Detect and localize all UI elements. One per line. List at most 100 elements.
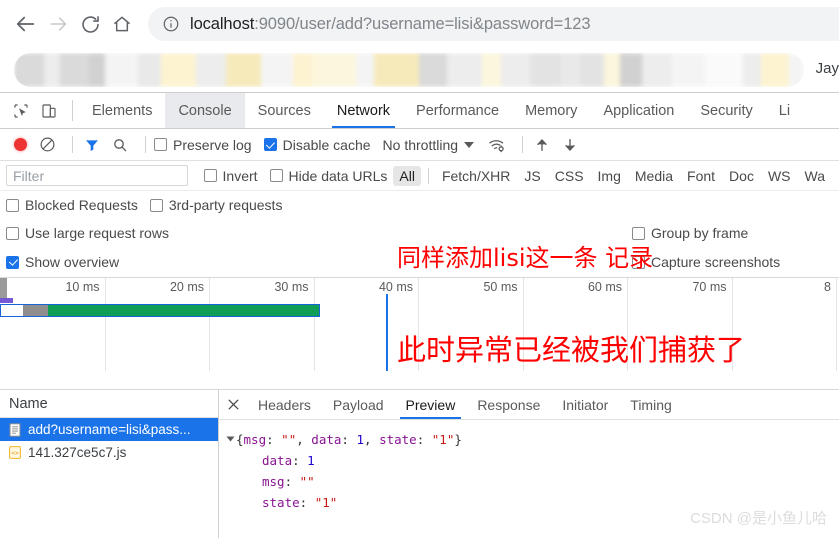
expand-triangle-icon[interactable] [226, 436, 235, 442]
mosaic-cell [620, 53, 642, 87]
json-key: data [262, 453, 293, 468]
json-entry: msg: "" [228, 471, 839, 492]
search-button[interactable] [109, 134, 131, 156]
address-bar[interactable]: localhost:9090/user/add?username=lisi&pa… [148, 7, 839, 41]
reload-button[interactable] [74, 8, 106, 40]
type-filter-img[interactable]: Img [592, 166, 627, 186]
type-filter-media[interactable]: Media [629, 166, 679, 186]
disable-cache-option[interactable]: Disable cache [263, 137, 371, 153]
capture-screenshots-checkbox[interactable] [632, 255, 645, 269]
mosaic-cell [560, 53, 580, 87]
throttling-value[interactable]: No throttling [383, 137, 458, 153]
network-overview-timeline[interactable]: 10 ms 20 ms 30 ms 40 ms 50 ms 60 ms 70 ms 8 [0, 277, 839, 371]
show-overview-checkbox[interactable] [6, 255, 19, 269]
type-filter-all[interactable]: All [393, 165, 421, 186]
record-button[interactable] [14, 138, 27, 151]
mosaic-cell [293, 53, 313, 87]
request-list-header[interactable]: Name [0, 390, 218, 418]
type-filter-ws[interactable]: WS [762, 166, 797, 186]
devtools-tab-li[interactable]: Li [766, 93, 803, 128]
json-value: "" [299, 474, 315, 489]
detail-tab-timing[interactable]: Timing [619, 390, 683, 419]
clear-button[interactable] [36, 134, 58, 156]
back-button[interactable] [10, 8, 42, 40]
export-har-button[interactable] [559, 134, 581, 156]
disable-cache-checkbox[interactable] [263, 138, 277, 151]
devtools-tab-elements[interactable]: Elements [79, 93, 165, 128]
json-colon: : [299, 495, 315, 510]
json-colon: : [284, 474, 300, 489]
invert-checkbox[interactable] [203, 169, 217, 182]
devtools-tab-performance[interactable]: Performance [403, 93, 512, 128]
large-rows-checkbox[interactable] [6, 226, 19, 240]
type-filter-wa[interactable]: Wa [799, 166, 831, 186]
wifi-gear-icon [489, 139, 504, 152]
detail-tab-payload[interactable]: Payload [322, 390, 395, 419]
profile-name-label: Jay [813, 60, 839, 77]
devtools-tab-memory[interactable]: Memory [512, 93, 590, 128]
invert-option[interactable]: Invert [203, 168, 258, 184]
preserve-log-checkbox[interactable] [154, 138, 167, 151]
download-arrow-icon [565, 138, 575, 151]
network-conditions-button[interactable] [486, 134, 508, 156]
mosaic-cell [356, 53, 375, 87]
arrow-right-icon [50, 17, 67, 31]
detail-tab-initiator[interactable]: Initiator [551, 390, 619, 419]
request-row[interactable]: add?username=lisi&pass... [0, 418, 218, 441]
json-key: state [262, 495, 300, 510]
close-detail-button[interactable] [219, 390, 247, 419]
type-filter-css[interactable]: CSS [549, 166, 590, 186]
devtools-tab-sources[interactable]: Sources [245, 93, 324, 128]
hide-data-urls-label: Hide data URLs [288, 167, 388, 184]
chevron-down-icon[interactable] [464, 141, 475, 148]
devtools-tab-network[interactable]: Network [324, 93, 403, 128]
group-by-frame-option[interactable]: Group by frame [632, 225, 748, 241]
devtools-tab-label: Elements [92, 102, 153, 119]
type-filter-fetch-xhr[interactable]: Fetch/XHR [436, 166, 516, 186]
network-filter-options-row: Blocked Requests 3rd-party requests [0, 191, 839, 219]
type-filter-js[interactable]: JS [518, 166, 546, 186]
hide-data-urls-checkbox[interactable] [269, 169, 283, 182]
toolbar-divider [72, 136, 73, 153]
request-detail-panel: Headers Payload Preview Response Initiator Ti… [219, 390, 839, 538]
large-rows-option[interactable]: Use large request rows [6, 225, 169, 241]
preserve-log-option[interactable]: Preserve log [154, 137, 252, 153]
devtools-tab-console[interactable]: Console [165, 93, 245, 128]
devtools-tab-application[interactable]: Application [590, 93, 687, 128]
overview-left-handle[interactable] [0, 278, 7, 300]
filter-toggle-button[interactable] [81, 134, 103, 156]
home-button[interactable] [106, 8, 138, 40]
import-har-button[interactable] [531, 134, 553, 156]
type-filter-doc[interactable]: Doc [723, 166, 760, 186]
js-file-icon: <> [8, 445, 21, 460]
third-party-requests-option[interactable]: 3rd-party requests [149, 197, 282, 213]
json-summary-line[interactable]: {msg: "", data: 1, state: "1"} [226, 429, 839, 450]
inspect-element-button[interactable] [8, 98, 34, 124]
detail-tab-response[interactable]: Response [466, 390, 551, 419]
forward-button[interactable] [42, 8, 74, 40]
capture-screenshots-option[interactable]: Capture screenshots [632, 254, 780, 270]
blocked-requests-option[interactable]: Blocked Requests [6, 197, 138, 213]
devtools-tab-label: Sources [257, 102, 311, 119]
detail-tab-preview[interactable]: Preview [395, 390, 467, 419]
detail-tab-headers[interactable]: Headers [247, 390, 322, 419]
blocked-requests-checkbox[interactable] [6, 198, 19, 212]
show-overview-option[interactable]: Show overview [6, 254, 119, 270]
overview-tick-label: 40 ms [378, 280, 413, 294]
network-toolbar: Preserve log Disable cache No throttling [0, 129, 839, 161]
toolbar-divider [145, 136, 146, 153]
hide-data-urls-option[interactable]: Hide data URLs [269, 167, 388, 184]
mosaic-cell [789, 53, 804, 87]
overview-segment-download [48, 305, 319, 316]
address-bar-host: localhost [190, 14, 255, 33]
filter-input[interactable]: Filter [6, 165, 188, 186]
toolbar-divider [522, 136, 524, 153]
request-row[interactable]: <> 141.327ce5c7.js [0, 441, 218, 464]
info-circle-icon[interactable] [162, 15, 180, 33]
group-by-frame-checkbox[interactable] [632, 226, 645, 240]
type-filter-font[interactable]: Font [681, 166, 721, 186]
third-party-requests-checkbox[interactable] [149, 198, 163, 212]
devtools-tab-security[interactable]: Security [687, 93, 765, 128]
device-toolbar-button[interactable] [36, 98, 62, 124]
json-token: "" [281, 432, 297, 447]
